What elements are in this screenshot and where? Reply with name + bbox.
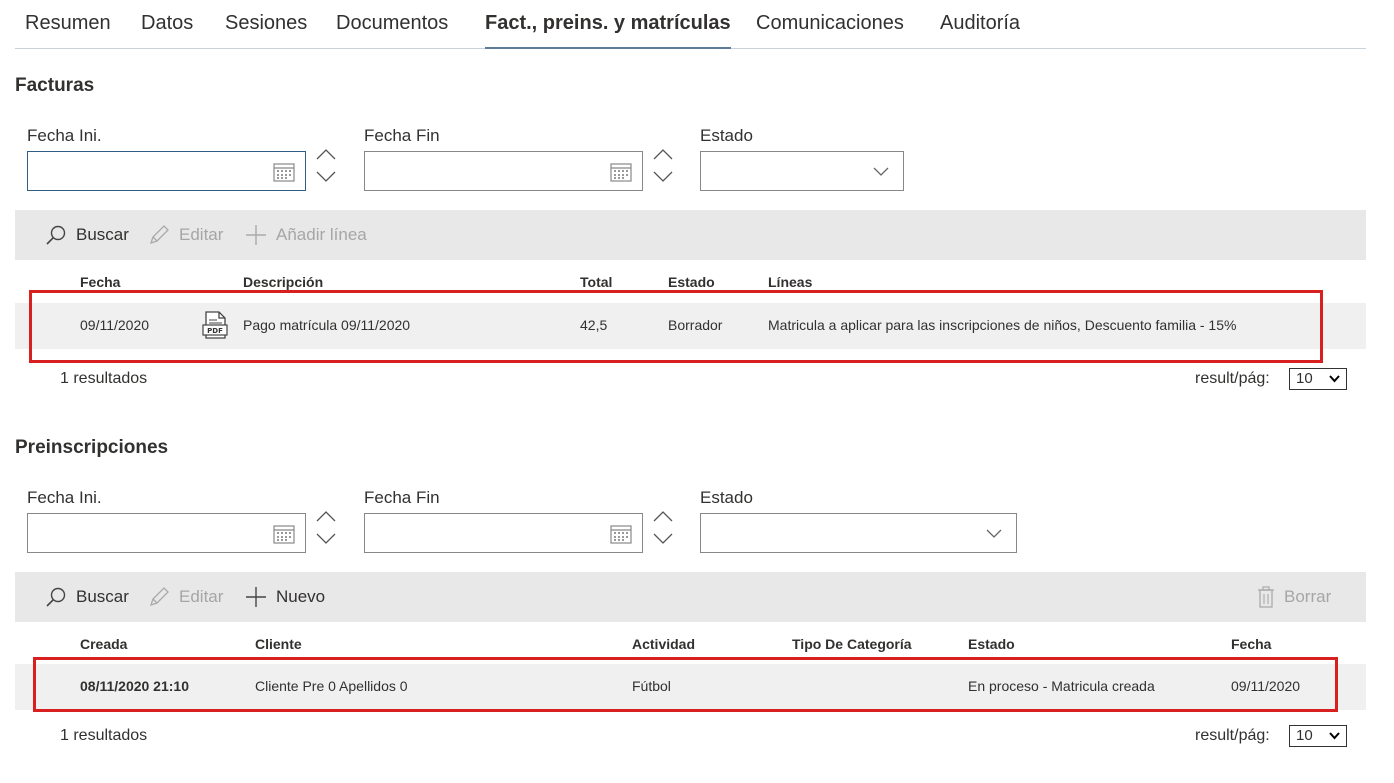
facturas-anadir-linea-button[interactable]: Añadir línea (245, 223, 367, 247)
preinscripcion-creada: 08/11/2020 21:10 (80, 678, 189, 694)
facturas-fecha-ini-input[interactable] (27, 151, 306, 191)
preinscripcion-actividad: Fútbol (632, 678, 671, 694)
svg-text:PDF: PDF (207, 327, 223, 335)
anadir-linea-label: Añadir línea (276, 225, 367, 244)
calendar-icon[interactable] (273, 162, 295, 182)
preinscripciones-table-row[interactable]: 08/11/2020 21:10 Cliente Pre 0 Apellidos… (15, 664, 1366, 710)
preinscripciones-editar-button[interactable]: Editar (148, 585, 223, 609)
trash-icon (1258, 586, 1274, 608)
facturas-result-count: 1 resultados (60, 370, 148, 387)
pencil-icon (149, 587, 169, 607)
facturas-estado-label: Estado (700, 126, 753, 145)
facturas-fecha-ini-label: Fecha Ini. (27, 126, 102, 145)
buscar-label: Buscar (76, 225, 129, 244)
preinscripciones-fecha-ini-stepper[interactable] (314, 507, 338, 551)
preinscripciones-fecha-fin-input[interactable] (364, 513, 643, 553)
chevron-down-icon (986, 529, 1002, 538)
tab-auditoria[interactable]: Auditoría (940, 12, 1020, 35)
facturas-column-header[interactable]: Fecha (80, 274, 120, 290)
preinscripciones-toolbar: Buscar Editar Nuevo Borrar (15, 572, 1366, 622)
preinscripciones-estado-select[interactable] (700, 513, 1017, 553)
plus-icon (246, 225, 266, 245)
facturas-editar-button[interactable]: Editar (148, 223, 223, 247)
preinscripciones-column-header[interactable]: Creada (80, 636, 127, 652)
preinscripciones-column-header[interactable]: Estado (968, 636, 1015, 652)
facturas-per-page-select[interactable]: 10 (1289, 368, 1347, 390)
preinscripciones-per-page-select[interactable]: 10 (1289, 725, 1347, 747)
search-icon (46, 587, 66, 607)
tab-datos[interactable]: Datos (141, 12, 193, 35)
tab-resumen[interactable]: Resumen (25, 12, 111, 35)
tab-comunicaciones[interactable]: Comunicaciones (756, 12, 904, 35)
facturas-fecha-fin-stepper[interactable] (651, 145, 675, 189)
per-page-value: 10 (1296, 727, 1313, 744)
borrar-label: Borrar (1284, 587, 1332, 606)
preinscripciones-column-header[interactable]: Cliente (255, 636, 302, 652)
pdf-icon[interactable]: PDF (202, 311, 228, 339)
preinscripciones-column-header[interactable]: Actividad (632, 636, 695, 652)
factura-estado: Borrador (668, 317, 723, 333)
calendar-icon[interactable] (273, 524, 295, 544)
tab-sesiones[interactable]: Sesiones (225, 12, 307, 35)
preinscripciones-nuevo-button[interactable]: Nuevo (245, 585, 325, 609)
buscar-label: Buscar (76, 587, 129, 606)
plus-icon (246, 587, 266, 607)
facturas-column-header[interactable]: Líneas (768, 274, 812, 290)
facturas-fecha-ini-stepper[interactable] (314, 145, 338, 189)
facturas-fecha-fin-label: Fecha Fin (364, 126, 440, 145)
factura-descripcion: Pago matrícula 09/11/2020 (243, 317, 411, 333)
preinscripciones-per-page-label: result/pág: (1195, 727, 1270, 744)
facturas-buscar-button[interactable]: Buscar (45, 223, 129, 247)
preinscripciones-fecha-ini-input[interactable] (27, 513, 306, 553)
preinscripciones-estado-label: Estado (700, 488, 753, 507)
tab-bar: Resumen Datos Sesiones Documentos Fact.,… (15, 0, 1366, 49)
facturas-column-header[interactable]: Estado (668, 274, 715, 290)
chevron-down-icon (1329, 375, 1340, 383)
tab-documentos[interactable]: Documentos (336, 12, 448, 35)
facturas-column-header[interactable]: Descripción (243, 274, 323, 290)
tab-facturas-preinscripciones-matriculas[interactable]: Fact., preins. y matrículas (485, 12, 731, 49)
preinscripcion-fecha: 09/11/2020 (1231, 678, 1301, 694)
factura-lineas: Matricula a aplicar para las inscripcion… (768, 317, 1237, 333)
preinscripciones-fecha-fin-stepper[interactable] (651, 507, 675, 551)
chevron-down-icon (873, 167, 889, 176)
calendar-icon[interactable] (610, 162, 632, 182)
search-icon (46, 225, 66, 245)
facturas-fecha-fin-input[interactable] (364, 151, 643, 191)
preinscripciones-result-count: 1 resultados (60, 727, 148, 744)
pencil-icon (149, 225, 169, 245)
preinscripciones-fecha-ini-label: Fecha Ini. (27, 488, 102, 507)
facturas-section-title: Facturas (15, 75, 95, 96)
preinscripcion-estado: En proceso - Matricula creada (968, 678, 1155, 694)
preinscripciones-borrar-button[interactable]: Borrar (1257, 585, 1331, 609)
per-page-value: 10 (1296, 370, 1313, 387)
facturas-estado-select[interactable] (700, 151, 904, 191)
preinscripcion-cliente: Cliente Pre 0 Apellidos 0 (255, 678, 408, 694)
preinscripciones-column-header[interactable]: Fecha (1231, 636, 1271, 652)
factura-fecha: 09/11/2020 (80, 317, 150, 333)
facturas-column-header[interactable]: Total (580, 274, 612, 290)
chevron-down-icon (1329, 732, 1340, 740)
facturas-toolbar: Buscar Editar Añadir línea (15, 210, 1366, 260)
facturas-per-page-label: result/pág: (1195, 370, 1270, 387)
facturas-table-row[interactable]: 09/11/2020 PDF Pago matrícula 09/11/2020… (15, 303, 1366, 349)
preinscripciones-fecha-fin-label: Fecha Fin (364, 488, 440, 507)
nuevo-label: Nuevo (276, 587, 326, 606)
editar-label: Editar (179, 587, 224, 606)
preinscripciones-column-header[interactable]: Tipo De Categoría (792, 636, 912, 652)
editar-label: Editar (179, 225, 224, 244)
preinscripciones-buscar-button[interactable]: Buscar (45, 585, 129, 609)
preinscripciones-section-title: Preinscripciones (15, 437, 169, 458)
factura-total: 42,5 (580, 317, 608, 333)
calendar-icon[interactable] (610, 524, 632, 544)
